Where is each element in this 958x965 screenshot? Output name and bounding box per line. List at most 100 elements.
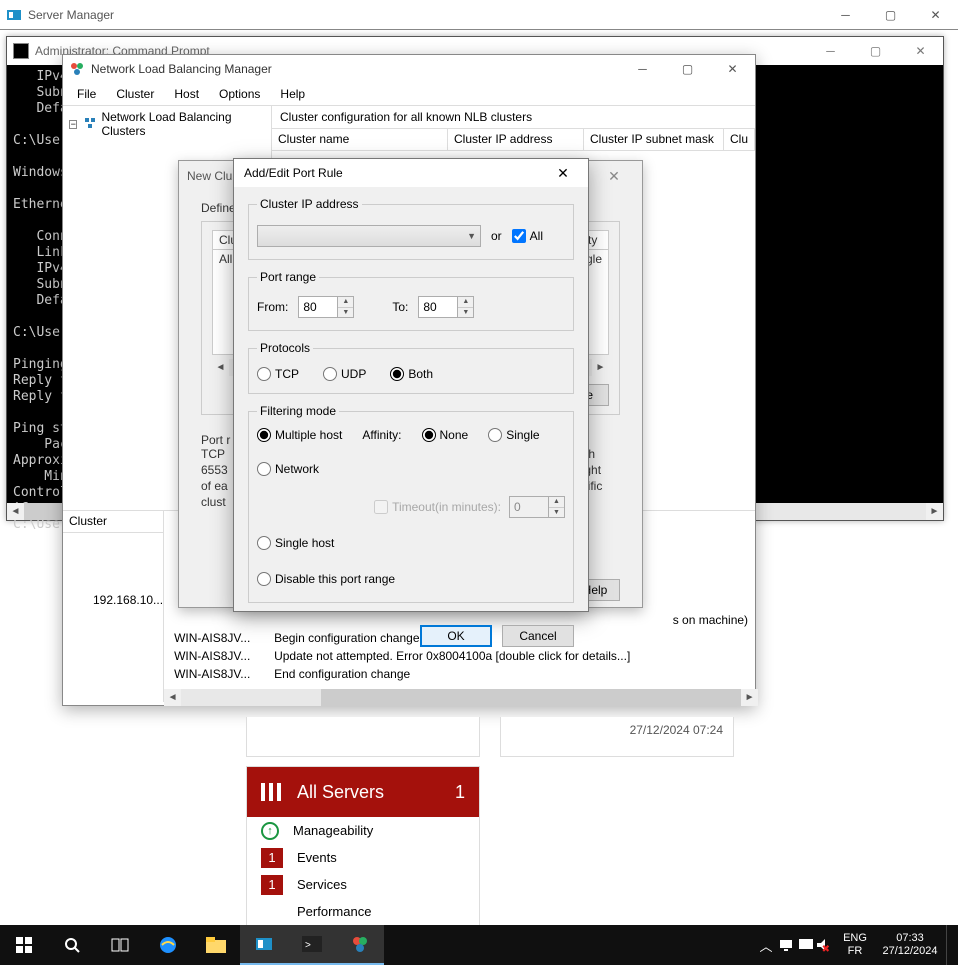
filtering-legend: Filtering mode	[257, 404, 339, 418]
new-cluster-close-button[interactable]: ✕	[594, 164, 634, 188]
proto-udp-radio[interactable]: UDP	[323, 367, 366, 381]
spin-up-icon[interactable]: ▲	[458, 297, 473, 308]
affinity-network-radio[interactable]: Network	[257, 462, 319, 476]
services-badge: 1	[261, 875, 283, 895]
taskbar-explorer[interactable]	[192, 925, 240, 965]
all-servers-header[interactable]: All Servers 1	[247, 767, 479, 817]
spin-up-icon[interactable]: ▲	[338, 297, 353, 308]
spin-down-icon[interactable]: ▼	[458, 308, 473, 318]
scroll-thumb[interactable]	[321, 689, 741, 706]
svg-text:>: >	[305, 940, 311, 951]
taskbar-cmd[interactable]: >	[288, 925, 336, 965]
log-msg: End configuration change	[266, 667, 748, 681]
minimize-button[interactable]: ─	[823, 0, 868, 29]
cluster-ip-combo[interactable]: ▼	[257, 225, 481, 247]
cancel-button[interactable]: Cancel	[502, 625, 574, 647]
mode-multiple-radio[interactable]: Multiple host	[257, 428, 342, 442]
port-from-input[interactable]	[299, 297, 337, 317]
task-view-button[interactable]	[96, 925, 144, 965]
scroll-right-button[interactable]: ►	[741, 689, 758, 706]
tile-row-events[interactable]: 1 Events	[247, 844, 479, 871]
menu-cluster[interactable]: Cluster	[106, 85, 164, 103]
col-cluster-name[interactable]: Cluster name	[272, 129, 448, 151]
protocols-legend: Protocols	[257, 341, 313, 355]
clock[interactable]: 07:33 27/12/2024	[874, 932, 946, 958]
language-indicator[interactable]: ENG FR	[836, 932, 874, 958]
all-servers-label: All Servers	[297, 782, 384, 803]
protocols-group: Protocols TCP UDP Both	[248, 341, 574, 394]
port-range-group: Port range From: ▲▼ To: ▲▼	[248, 270, 574, 331]
spin-up-icon: ▲	[549, 497, 564, 508]
tray-volume-icon[interactable]: ✖	[816, 925, 836, 965]
scroll-right-button[interactable]: ►	[592, 359, 609, 376]
log-horizontal-scrollbar[interactable]: ◄ ►	[164, 689, 758, 706]
scroll-left-button[interactable]: ◄	[212, 359, 229, 376]
nlb-grid-caption: Cluster configuration for all known NLB …	[272, 106, 755, 129]
server-manager-title: Server Manager	[28, 8, 823, 22]
tree-root-label: Network Load Balancing Clusters	[101, 110, 265, 138]
nlb-icon	[69, 61, 85, 77]
nlb-title: Network Load Balancing Manager	[91, 62, 620, 76]
tile-row-services[interactable]: 1 Services	[247, 871, 479, 898]
nlb-titlebar: Network Load Balancing Manager ─ ▢ ✕	[63, 55, 755, 83]
dash-card-time: 27/12/2024 07:24	[500, 717, 734, 757]
tray-network2-icon[interactable]	[796, 925, 816, 965]
cluster-ip-group: Cluster IP address ▼ or All	[248, 197, 574, 260]
col-subnet-mask[interactable]: Cluster IP subnet mask	[584, 129, 724, 151]
affinity-single-radio[interactable]: Single	[488, 428, 539, 442]
search-button[interactable]	[48, 925, 96, 965]
taskbar-server-manager[interactable]	[240, 925, 288, 965]
affinity-none-radio[interactable]: None	[422, 428, 469, 442]
system-tray[interactable]: ︿ ✖ ENG FR 07:33 27/12/2024	[750, 925, 958, 965]
scroll-left-button[interactable]: ◄	[164, 689, 181, 706]
show-desktop-button[interactable]	[946, 925, 952, 965]
close-button[interactable]: ✕	[913, 0, 958, 29]
port-to-spinner[interactable]: ▲▼	[418, 296, 474, 318]
ok-button[interactable]: OK	[420, 625, 492, 647]
tile-row-performance[interactable]: Performance	[247, 898, 479, 925]
menu-file[interactable]: File	[67, 85, 106, 103]
proto-both-radio[interactable]: Both	[390, 367, 433, 381]
cmd-minimize-button[interactable]: ─	[808, 38, 853, 65]
col-more[interactable]: Clu	[724, 129, 755, 151]
taskbar-ie[interactable]	[144, 925, 192, 965]
mode-disable-radio[interactable]: Disable this port range	[257, 572, 395, 586]
nlb-close-button[interactable]: ✕	[710, 55, 755, 83]
start-button[interactable]	[0, 925, 48, 965]
scroll-right-button[interactable]: ►	[926, 503, 943, 520]
menu-host[interactable]: Host	[164, 85, 209, 103]
tray-network-icon[interactable]	[776, 925, 796, 965]
mode-single-radio[interactable]: Single host	[257, 536, 334, 550]
port-range-legend: Port range	[257, 270, 319, 284]
cmd-maximize-button[interactable]: ▢	[853, 38, 898, 65]
port-rule-close-button[interactable]: ✕	[548, 161, 578, 185]
defined-rules-label: Define	[201, 201, 236, 215]
tree-collapse-icon[interactable]: −	[69, 120, 77, 129]
log-row[interactable]: WIN-AIS8JV... End configuration change	[174, 665, 748, 683]
spin-down-icon[interactable]: ▼	[338, 308, 353, 318]
all-checkbox[interactable]: All	[512, 229, 543, 243]
port-from-spinner[interactable]: ▲▼	[298, 296, 354, 318]
to-label: To:	[392, 300, 408, 314]
menu-options[interactable]: Options	[209, 85, 270, 103]
log-msg-extra: s on machine)	[673, 613, 748, 627]
proto-tcp-radio[interactable]: TCP	[257, 367, 299, 381]
affinity-label: Affinity:	[362, 428, 401, 442]
log-col-cluster[interactable]: Cluster	[63, 511, 163, 533]
server-manager-titlebar: Server Manager ─ ▢ ✕	[0, 0, 958, 30]
tray-chevron-up-icon[interactable]: ︿	[756, 925, 776, 965]
cmd-close-button[interactable]: ✕	[898, 38, 943, 65]
scroll-left-button[interactable]: ◄	[7, 503, 24, 520]
port-to-input[interactable]	[419, 297, 457, 317]
taskbar-nlb[interactable]	[336, 925, 384, 965]
log-cluster-cell[interactable]: 192.168.10...	[63, 533, 163, 607]
nlb-maximize-button[interactable]: ▢	[665, 55, 710, 83]
nlb-minimize-button[interactable]: ─	[620, 55, 665, 83]
all-checkbox-input[interactable]	[512, 229, 526, 243]
menu-help[interactable]: Help	[270, 85, 315, 103]
col-cluster-ip[interactable]: Cluster IP address	[448, 129, 584, 151]
tile-row-manageability[interactable]: ↑ Manageability	[247, 817, 479, 844]
tree-root[interactable]: − Network Load Balancing Clusters	[65, 108, 269, 140]
maximize-button[interactable]: ▢	[868, 0, 913, 29]
all-servers-tile[interactable]: All Servers 1 ↑ Manageability 1 Events 1…	[246, 766, 480, 926]
